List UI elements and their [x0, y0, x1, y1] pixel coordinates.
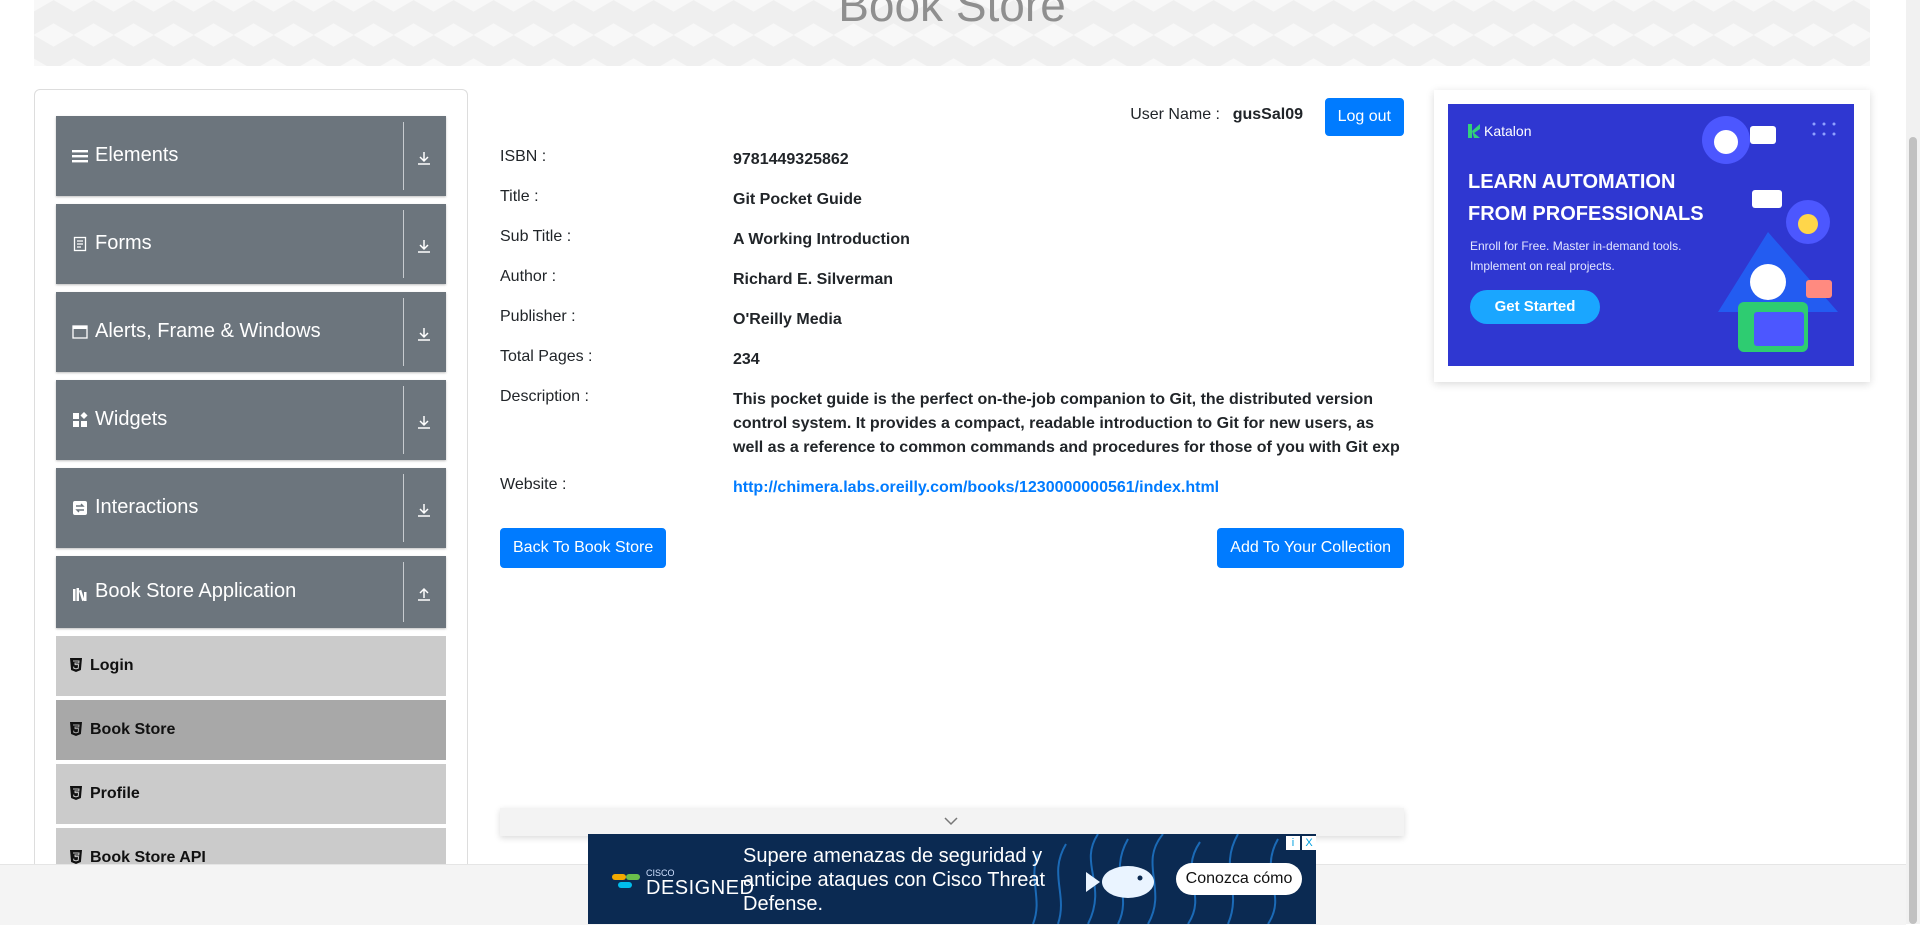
pages-label: Total Pages :: [500, 348, 593, 365]
download-arrow-icon[interactable]: [416, 238, 436, 258]
divider: [403, 474, 404, 542]
sidebar: Elements Forms Alerts, Frame & Windows W…: [34, 89, 468, 924]
subtitle-label: Sub Title :: [500, 228, 572, 245]
isbn-value: 9781449325862: [733, 151, 849, 168]
divider: [403, 122, 404, 190]
html5-icon: [70, 722, 82, 736]
sidebar-item-book-store[interactable]: Book Store: [56, 700, 446, 762]
divider: [403, 210, 404, 278]
isbn-label: ISBN :: [500, 148, 547, 165]
cisco-logo-icon: [612, 874, 640, 888]
sidebar-group-label: Interactions: [95, 496, 199, 518]
upload-arrow-icon[interactable]: [416, 586, 436, 606]
sidebar-group-widgets[interactable]: Widgets: [56, 380, 446, 460]
conozca-como-button[interactable]: Conozca cómo: [1176, 863, 1302, 895]
ad-bottom-text: Supere amenazas de seguridad y anticipe …: [743, 845, 1046, 915]
sidebar-group-book-store-application[interactable]: Book Store Application: [56, 556, 446, 628]
sidebar-group-label: Elements: [95, 144, 179, 166]
window-icon: [72, 324, 88, 340]
author-label: Author :: [500, 268, 557, 285]
download-arrow-icon[interactable]: [416, 502, 436, 522]
sidebar-group-elements[interactable]: Elements: [56, 116, 446, 196]
back-to-book-store-button[interactable]: Back To Book Store: [500, 528, 667, 568]
website-label: Website :: [500, 476, 567, 493]
username-label: User Name :: [1130, 106, 1220, 123]
ad-headline: LEARN AUTOMATION FROM PROFESSIONALS: [1468, 171, 1704, 225]
sidebar-item-label: Profile: [90, 785, 140, 802]
author-value: Richard E. Silverman: [733, 271, 894, 288]
books-icon: [72, 586, 88, 602]
sidebar-item-label: Book Store: [90, 721, 176, 738]
html5-icon: [70, 658, 82, 672]
ad-info-icon[interactable]: i: [1286, 836, 1300, 850]
list-icon: [72, 148, 88, 164]
divider: [403, 562, 404, 622]
cisco-brand-big: DESIGNED: [646, 877, 755, 899]
download-arrow-icon[interactable]: [416, 414, 436, 434]
download-arrow-icon[interactable]: [416, 326, 436, 346]
sidebar-item-login[interactable]: Login: [56, 636, 446, 698]
sidebar-item-label: Login: [90, 657, 134, 674]
page-header-banner: Book Store: [34, 0, 1870, 66]
sidebar-group-label: Forms: [95, 232, 152, 254]
sidebar-item-profile[interactable]: Profile: [56, 764, 446, 826]
sidebar-group-label: Alerts, Frame & Windows: [95, 320, 321, 342]
sidebar-group-alerts-frame-windows[interactable]: Alerts, Frame & Windows: [56, 292, 446, 372]
form-icon: [72, 236, 88, 252]
website-link[interactable]: http://chimera.labs.oreilly.com/books/12…: [733, 479, 1219, 496]
sidebar-group-forms[interactable]: Forms: [56, 204, 446, 284]
widgets-icon: [72, 411, 88, 428]
publisher-label: Publisher :: [500, 308, 576, 325]
html5-icon: [70, 786, 82, 800]
download-arrow-icon[interactable]: [416, 150, 436, 170]
scrollbar-thumb[interactable]: [1909, 137, 1917, 924]
ad-brand: Katalon: [1484, 123, 1532, 139]
divider: [403, 386, 404, 454]
get-started-button[interactable]: Get Started: [1470, 290, 1600, 324]
scroll-strip: [500, 808, 1404, 836]
logout-button[interactable]: Log out: [1324, 98, 1404, 136]
ad-subtext: Enroll for Free. Master in-demand tools.…: [1470, 239, 1682, 273]
description-value: This pocket guide is the perfect on-the-…: [733, 391, 1400, 456]
page-scrollbar[interactable]: [1906, 0, 1920, 924]
add-to-collection-button[interactable]: Add To Your Collection: [1217, 528, 1404, 568]
sidebar-group-label: Widgets: [95, 408, 168, 430]
ad-close-icon[interactable]: X: [1302, 836, 1316, 850]
pages-value: 234: [733, 351, 760, 368]
katalon-logo-icon: [1468, 124, 1480, 138]
cisco-ad[interactable]: CISCO DESIGNED Supere amenazas de seguri…: [588, 834, 1316, 924]
title-label: Title :: [500, 188, 539, 205]
ad-banner[interactable]: Katalon LEARN AUTOMATION FROM PROFESSION…: [1448, 104, 1854, 366]
html5-icon: [70, 850, 82, 864]
katalon-ad[interactable]: Katalon LEARN AUTOMATION FROM PROFESSION…: [1434, 90, 1870, 382]
sidebar-group-interactions[interactable]: Interactions: [56, 468, 446, 548]
subtitle-value: A Working Introduction: [733, 231, 910, 248]
publisher-value: O'Reilly Media: [733, 311, 842, 328]
divider: [403, 298, 404, 366]
sidebar-group-label: Book Store Application: [95, 580, 297, 602]
title-value: Git Pocket Guide: [733, 191, 862, 208]
chevron-down-icon: [942, 814, 960, 826]
description-label: Description :: [500, 388, 589, 405]
ad-illustration: [1702, 116, 1838, 352]
interactions-icon: [72, 500, 88, 516]
username-value: gusSal09: [1232, 106, 1303, 123]
page-title: Book Store: [838, 0, 1066, 31]
